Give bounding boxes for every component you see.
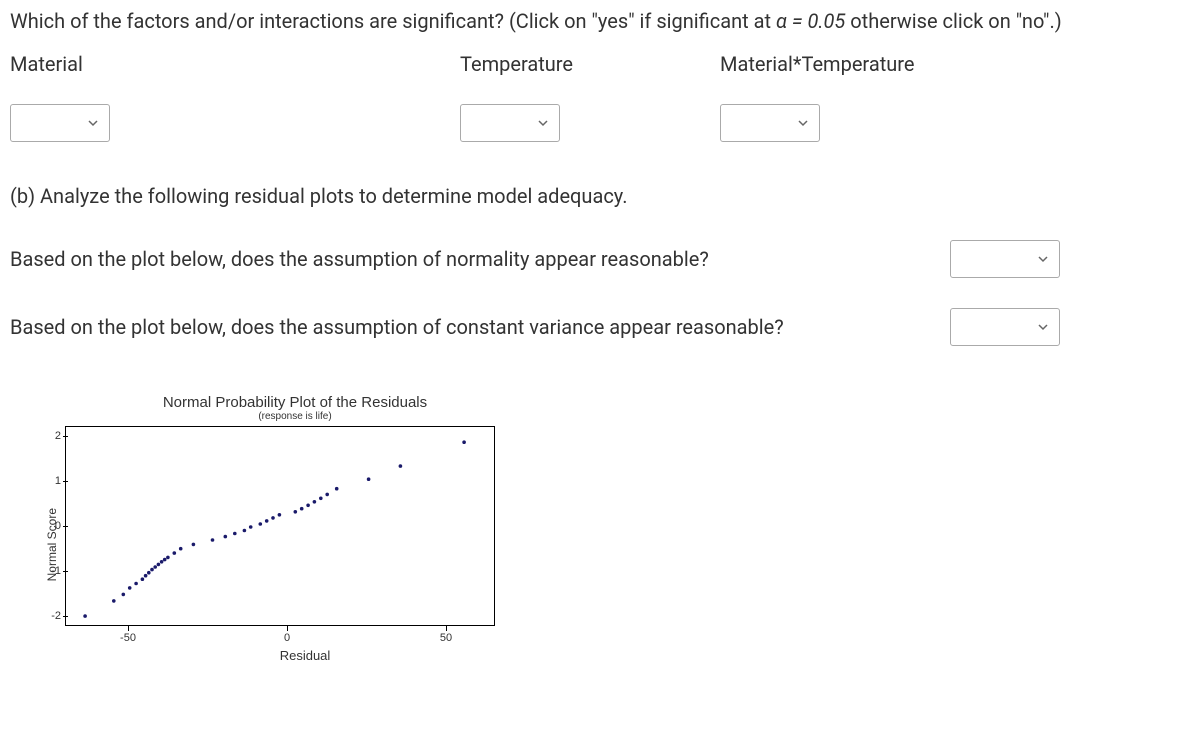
chart-subtitle: (response is life) xyxy=(95,411,495,422)
scatter-plot xyxy=(65,426,495,626)
dropdown-material[interactable] xyxy=(10,104,110,142)
y-tick-n2: -2 xyxy=(43,610,61,622)
dropdown-variance[interactable] xyxy=(950,308,1060,346)
x-tick-n50: -50 xyxy=(120,632,136,644)
question-suffix: otherwise click on "no".) xyxy=(845,9,1061,33)
x-ticks: -50 0 50 xyxy=(65,626,515,646)
y-tick-1: 1 xyxy=(43,475,61,487)
x-tick-50: 50 xyxy=(440,632,452,644)
question-normality-row: Based on the plot below, does the assump… xyxy=(10,240,1060,278)
chart-title: Normal Probability Plot of the Residuals xyxy=(95,394,495,411)
dropdown-temperature[interactable] xyxy=(460,104,560,142)
y-tick-2: 2 xyxy=(43,430,61,442)
question-variance: Based on the plot below, does the assump… xyxy=(10,315,784,339)
x-tick-0: 0 xyxy=(284,632,290,644)
section-b-text: (b) Analyze the following residual plots… xyxy=(10,182,1190,210)
chart-normal-probability: Normal Probability Plot of the Residuals… xyxy=(45,394,565,663)
alpha-expression: α = 0.05 xyxy=(776,9,845,33)
factors-row: Material Temperature Material*Temperatur… xyxy=(10,52,1190,142)
label-material: Material xyxy=(10,52,460,76)
x-axis-label: Residual xyxy=(95,648,515,663)
question-variance-row: Based on the plot below, does the assump… xyxy=(10,308,1060,346)
question-normality: Based on the plot below, does the assump… xyxy=(10,247,709,271)
dropdown-interaction[interactable] xyxy=(720,104,820,142)
dropdown-normality[interactable] xyxy=(950,240,1060,278)
question-prefix: Which of the factors and/or interactions… xyxy=(10,9,776,33)
y-tick-n1: -1 xyxy=(43,565,61,577)
label-temperature: Temperature xyxy=(460,52,720,76)
question-significance: Which of the factors and/or interactions… xyxy=(10,8,1190,34)
label-interaction: Material*Temperature xyxy=(720,52,1020,76)
y-tick-0: 0 xyxy=(43,520,61,532)
